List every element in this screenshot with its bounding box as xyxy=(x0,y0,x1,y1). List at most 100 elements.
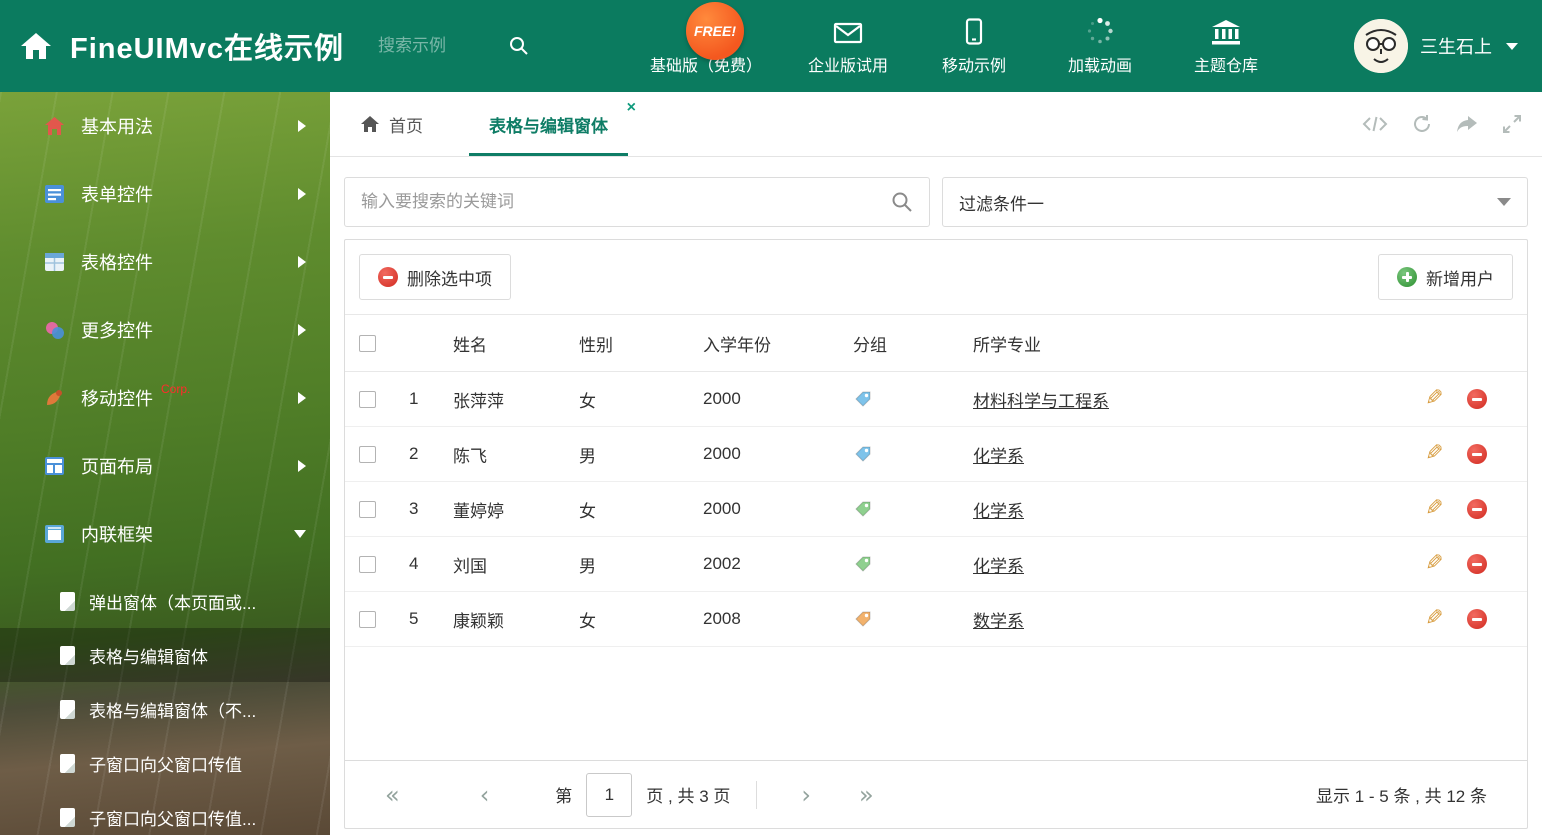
nav-mobile-demo[interactable]: 移动示例 xyxy=(934,17,1014,76)
first-page-icon[interactable]: « xyxy=(385,783,400,807)
expand-icon[interactable] xyxy=(1502,114,1522,134)
chevron-right-icon xyxy=(298,392,306,404)
major-link[interactable]: 材料科学与工程系 xyxy=(973,387,1109,412)
search-icon[interactable] xyxy=(508,35,530,57)
cell-gender: 女 xyxy=(579,611,596,631)
delete-selected-button[interactable]: 删除选中项 xyxy=(359,254,511,300)
sidebar-item-more-controls[interactable]: 更多控件 xyxy=(0,296,330,364)
keyword-search-input[interactable] xyxy=(361,192,891,212)
table-row: 3 董婷婷 女 2000 化学系 ✎ xyxy=(345,482,1527,537)
delete-icon[interactable] xyxy=(1467,609,1487,629)
chevron-right-icon xyxy=(298,120,306,132)
nav-enterprise-trial[interactable]: 企业版试用 xyxy=(808,21,888,76)
sidebar-item-page-layout[interactable]: 页面布局 xyxy=(0,432,330,500)
tab-grid-edit-window[interactable]: 表格与编辑窗体 × xyxy=(469,92,636,156)
chevron-right-icon xyxy=(298,460,306,472)
user-menu[interactable]: 三生石上 xyxy=(1354,19,1542,73)
share-icon[interactable] xyxy=(1456,115,1478,133)
delete-icon[interactable] xyxy=(1467,389,1487,409)
submenu-item-child-to-parent[interactable]: 子窗口向父窗口传值 xyxy=(0,736,330,790)
submenu-item-label: 表格与编辑窗体 xyxy=(89,647,208,667)
active-tab-underline xyxy=(469,153,628,156)
last-page-icon[interactable]: » xyxy=(859,783,874,807)
house-icon xyxy=(44,116,65,136)
file-icon xyxy=(60,807,75,827)
tab-active-label: 表格与编辑窗体 xyxy=(489,116,608,136)
page-number-input[interactable] xyxy=(586,772,633,817)
header-search xyxy=(378,35,530,57)
sidebar-item-basic-usage[interactable]: 基本用法 xyxy=(0,92,330,160)
home-icon[interactable] xyxy=(16,31,56,61)
bank-icon xyxy=(1211,19,1241,45)
row-checkbox[interactable] xyxy=(359,610,376,628)
nav-theme-store[interactable]: 主题仓库 xyxy=(1186,19,1266,76)
delete-icon[interactable] xyxy=(1467,499,1487,519)
add-user-button[interactable]: 新增用户 xyxy=(1378,254,1513,300)
search-icon[interactable] xyxy=(891,191,913,213)
cell-index: 4 xyxy=(409,554,419,573)
page-prefix: 第 xyxy=(555,787,573,806)
table-empty-space xyxy=(345,647,1527,760)
table-icon xyxy=(44,252,65,272)
submenu-item-grid-edit-window[interactable]: 表格与编辑窗体 xyxy=(0,628,330,682)
form-icon xyxy=(44,184,65,204)
grid-panel: 删除选中项 新增用户 姓名 性别 入学年份 分组 所学专业 1 张萍萍 女 20… xyxy=(344,239,1528,829)
minus-icon xyxy=(378,267,398,287)
edit-icon[interactable]: ✎ xyxy=(1425,388,1443,410)
major-link[interactable]: 数学系 xyxy=(973,607,1024,632)
column-name: 姓名 xyxy=(453,335,487,355)
delete-icon[interactable] xyxy=(1467,554,1487,574)
major-link[interactable]: 化学系 xyxy=(973,442,1024,467)
cell-index: 2 xyxy=(409,444,419,463)
nav-label: 加载动画 xyxy=(1068,57,1133,75)
pagination-bar: « ‹ 第 页 , 共 3 页 › » 显示 1 - 5 条 , 共 12 条 xyxy=(345,760,1527,828)
keyword-search-box xyxy=(344,177,930,227)
select-all-checkbox[interactable] xyxy=(359,334,376,352)
submenu-item-child-to-parent-2[interactable]: 子窗口向父窗口传值... xyxy=(0,790,330,835)
avatar xyxy=(1354,19,1408,73)
app-title: FineUIMvc在线示例 xyxy=(70,33,345,65)
filter-dropdown[interactable]: 过滤条件一 xyxy=(942,177,1528,227)
add-user-label: 新增用户 xyxy=(1426,269,1494,289)
delete-icon[interactable] xyxy=(1467,444,1487,464)
chevron-down-icon xyxy=(1506,42,1518,50)
row-checkbox[interactable] xyxy=(359,555,376,573)
edit-icon[interactable]: ✎ xyxy=(1425,498,1443,520)
chevron-down-icon xyxy=(1497,198,1511,206)
major-link[interactable]: 化学系 xyxy=(973,497,1024,522)
home-tab-icon xyxy=(360,115,380,133)
close-icon[interactable]: × xyxy=(627,100,636,116)
sidebar-item-form-controls[interactable]: 表单控件 xyxy=(0,160,330,228)
code-icon[interactable] xyxy=(1362,115,1388,133)
row-checkbox[interactable] xyxy=(359,500,376,518)
sidebar-item-mobile-controls[interactable]: 移动控件 Corp. xyxy=(0,364,330,432)
cell-gender: 男 xyxy=(579,556,596,576)
refresh-icon[interactable] xyxy=(1412,114,1432,134)
edit-icon[interactable]: ✎ xyxy=(1425,608,1443,630)
submenu-item-grid-edit-window-2[interactable]: 表格与编辑窗体（不... xyxy=(0,682,330,736)
tab-home[interactable]: 首页 xyxy=(346,92,437,156)
row-checkbox[interactable] xyxy=(359,390,376,408)
grid-toolbar: 删除选中项 新增用户 xyxy=(345,240,1527,314)
submenu-item-label: 子窗口向父窗口传值 xyxy=(89,755,242,775)
file-icon xyxy=(60,645,75,665)
page-count-text: 页 , 共 3 页 xyxy=(646,787,731,806)
sidebar-item-inline-frame[interactable]: 内联框架 xyxy=(0,500,330,568)
row-checkbox[interactable] xyxy=(359,445,376,463)
nav-loading-animation[interactable]: 加载动画 xyxy=(1060,17,1140,76)
sidebar-item-label: 基本用法 xyxy=(81,117,153,137)
cell-year: 2008 xyxy=(703,609,741,628)
sidebar-item-label: 更多控件 xyxy=(81,321,153,341)
table-row: 2 陈飞 男 2000 化学系 ✎ xyxy=(345,427,1527,482)
cell-year: 2000 xyxy=(703,499,741,518)
cell-year: 2002 xyxy=(703,554,741,573)
table-header-row: 姓名 性别 入学年份 分组 所学专业 xyxy=(345,314,1527,372)
prev-page-icon[interactable]: ‹ xyxy=(480,783,490,807)
edit-icon[interactable]: ✎ xyxy=(1425,443,1443,465)
edit-icon[interactable]: ✎ xyxy=(1425,553,1443,575)
sidebar-item-grid-controls[interactable]: 表格控件 xyxy=(0,228,330,296)
next-page-icon[interactable]: › xyxy=(801,783,811,807)
header-search-input[interactable] xyxy=(378,36,509,56)
submenu-item-popup-window[interactable]: 弹出窗体（本页面或... xyxy=(0,574,330,628)
major-link[interactable]: 化学系 xyxy=(973,552,1024,577)
